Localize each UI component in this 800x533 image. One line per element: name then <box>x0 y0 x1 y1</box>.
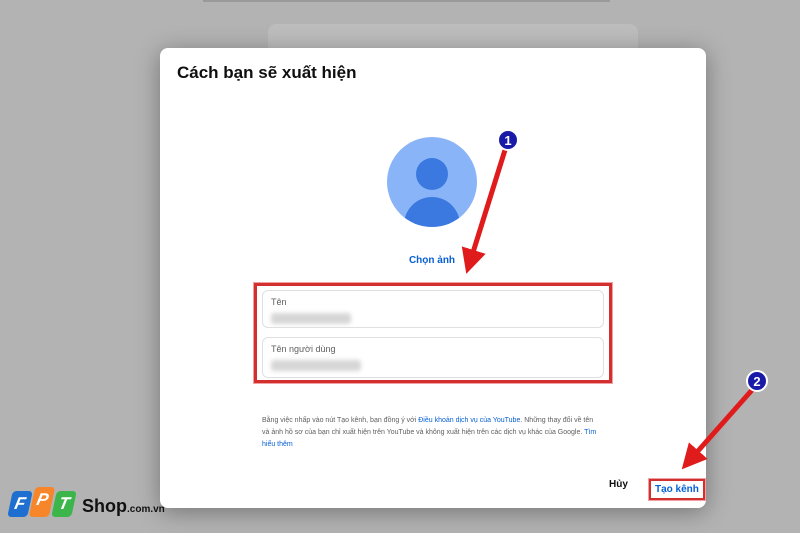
dialog-title: Cách bạn sẽ xuất hiện <box>177 63 357 82</box>
fpt-shop-logo: F P T Shop .com.vn <box>7 487 165 517</box>
username-value <box>271 360 361 371</box>
step-2-badge <box>746 370 768 392</box>
terms-link[interactable]: Điều khoản dịch vụ của YouTube <box>418 417 520 424</box>
cancel-button[interactable]: Hủy <box>609 479 628 490</box>
choose-photo-link[interactable]: Chọn ảnh <box>392 255 472 266</box>
username-field[interactable]: Tên người dùng <box>262 337 604 378</box>
name-field[interactable]: Tên <box>262 290 604 328</box>
create-channel-button[interactable]: Tạo kênh <box>649 479 705 500</box>
terms-text: Bằng việc nhấp vào nút Tạo kênh, bạn đồn… <box>262 417 597 448</box>
avatar-placeholder-icon[interactable] <box>387 137 477 227</box>
create-channel-dialog: Cách bạn sẽ xuất hiện Chọn ảnh Tên Tên n… <box>160 48 706 508</box>
step-2-number: 2 <box>753 374 760 389</box>
username-label: Tên người dùng <box>271 344 336 354</box>
name-label: Tên <box>271 297 287 307</box>
background-bar <box>203 0 610 2</box>
name-value <box>271 313 351 324</box>
